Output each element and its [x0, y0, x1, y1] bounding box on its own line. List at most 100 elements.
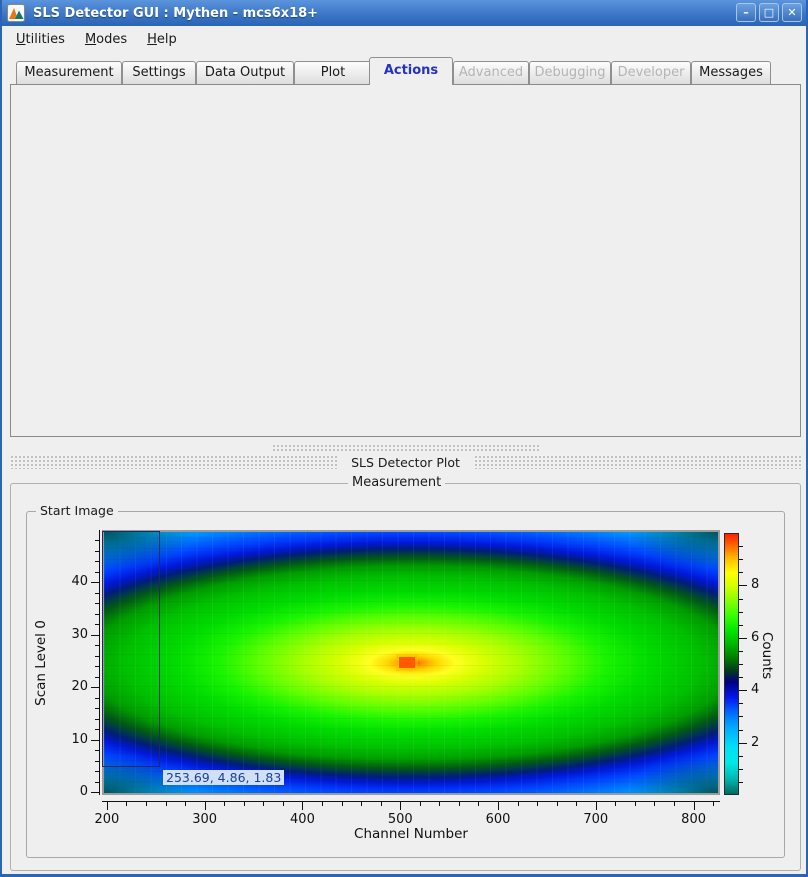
tick-mark [381, 801, 382, 806]
tick-mark [95, 572, 99, 573]
colorbar [724, 533, 739, 795]
plot-dock-titlebar[interactable]: SLS Detector Plot [10, 455, 801, 469]
tick-mark [95, 656, 99, 657]
tick-mark [95, 719, 99, 720]
tick-label: 40 [52, 574, 88, 589]
tick-mark [635, 801, 636, 806]
tick-mark [95, 561, 99, 562]
tick-mark [537, 801, 538, 806]
tick-mark [95, 603, 99, 604]
tick-label: 10 [52, 732, 88, 747]
tick-mark [263, 801, 264, 806]
tick-mark [322, 801, 323, 806]
tick-mark [205, 801, 206, 810]
menu-utilities[interactable]: Utilities [16, 32, 65, 47]
tick-mark [95, 729, 99, 730]
start-image-group-title: Start Image [36, 503, 118, 518]
tick-mark [95, 698, 99, 699]
tab-actions[interactable]: Actions [369, 57, 453, 85]
tick-mark [713, 801, 714, 806]
tick-mark [95, 761, 99, 762]
tick-mark [91, 792, 99, 793]
tick-mark [166, 801, 167, 806]
tick-mark [739, 638, 747, 639]
tick-mark [518, 801, 519, 806]
tick-label: 700 [571, 812, 621, 827]
cursor-readout: 253.69, 4.86, 1.83 [163, 770, 284, 785]
plot-dock-title: SLS Detector Plot [337, 455, 474, 470]
tick-mark [95, 750, 99, 751]
minimize-button[interactable]: – [736, 3, 756, 22]
tick-label: 4 [751, 682, 759, 697]
tab-developer[interactable]: Developer [611, 61, 691, 85]
tick-mark [739, 651, 743, 652]
tick-mark [739, 664, 743, 665]
tick-mark [283, 801, 284, 806]
tick-mark [739, 769, 743, 770]
zoom-selection-rect[interactable] [102, 531, 160, 767]
tick-label: 0 [52, 784, 88, 799]
tick-mark [498, 801, 499, 810]
tick-mark [91, 740, 99, 741]
tick-mark [739, 612, 743, 613]
tick-mark [557, 801, 558, 806]
maximize-button[interactable]: □ [759, 3, 779, 22]
tick-label: 500 [375, 812, 425, 827]
tick-mark [185, 801, 186, 806]
tick-mark [342, 801, 343, 806]
tick-label: 800 [669, 812, 719, 827]
tick-mark [439, 801, 440, 806]
y-axis-line [99, 530, 100, 795]
tick-mark [615, 801, 616, 806]
tab-data-output[interactable]: Data Output [196, 61, 294, 85]
tick-mark [95, 677, 99, 678]
close-button[interactable]: ✕ [782, 3, 802, 22]
tick-mark [739, 625, 743, 626]
tab-settings[interactable]: Settings [122, 61, 196, 85]
tick-mark [95, 782, 99, 783]
tick-mark [95, 666, 99, 667]
menu-modes[interactable]: Modes [85, 32, 127, 47]
tick-mark [146, 801, 147, 806]
tick-mark [95, 645, 99, 646]
tick-mark [95, 614, 99, 615]
tab-measurement[interactable]: Measurement [16, 61, 122, 85]
tick-mark [107, 801, 108, 810]
heatmap-peak-cell [399, 657, 415, 668]
tick-mark [91, 687, 99, 688]
tick-mark [302, 801, 303, 810]
tick-mark [400, 801, 401, 810]
application-window: SLS Detector GUI : Mythen - mcs6x18+ – □… [0, 0, 808, 877]
tick-mark [739, 716, 743, 717]
tick-mark [126, 801, 127, 806]
tick-mark [739, 572, 743, 573]
tick-mark [95, 708, 99, 709]
tick-mark [224, 801, 225, 806]
tick-mark [739, 690, 747, 691]
tick-mark [739, 730, 743, 731]
tick-mark [95, 624, 99, 625]
tick-mark [739, 546, 743, 547]
tick-mark [576, 801, 577, 806]
titlebar[interactable]: SLS Detector GUI : Mythen - mcs6x18+ – □… [2, 0, 806, 26]
tick-mark [95, 771, 99, 772]
tick-mark [361, 801, 362, 806]
tick-mark [459, 801, 460, 806]
tick-mark [739, 782, 743, 783]
tick-label: 2 [751, 735, 759, 750]
tick-mark [420, 801, 421, 806]
tick-mark [95, 551, 99, 552]
splitter-handle[interactable] [272, 444, 540, 451]
tab-messages[interactable]: Messages [691, 61, 771, 85]
tick-mark [739, 585, 747, 586]
tab-advanced[interactable]: Advanced [453, 61, 529, 85]
y-axis-title: Scan Level 0 [33, 598, 49, 728]
tab-debugging[interactable]: Debugging [529, 61, 611, 85]
tab-plot[interactable]: Plot [294, 61, 372, 85]
tick-mark [244, 801, 245, 806]
x-axis-line [102, 801, 720, 802]
menu-help[interactable]: Help [147, 32, 177, 47]
tick-mark [739, 599, 743, 600]
tick-label: 300 [180, 812, 230, 827]
tick-mark [95, 593, 99, 594]
